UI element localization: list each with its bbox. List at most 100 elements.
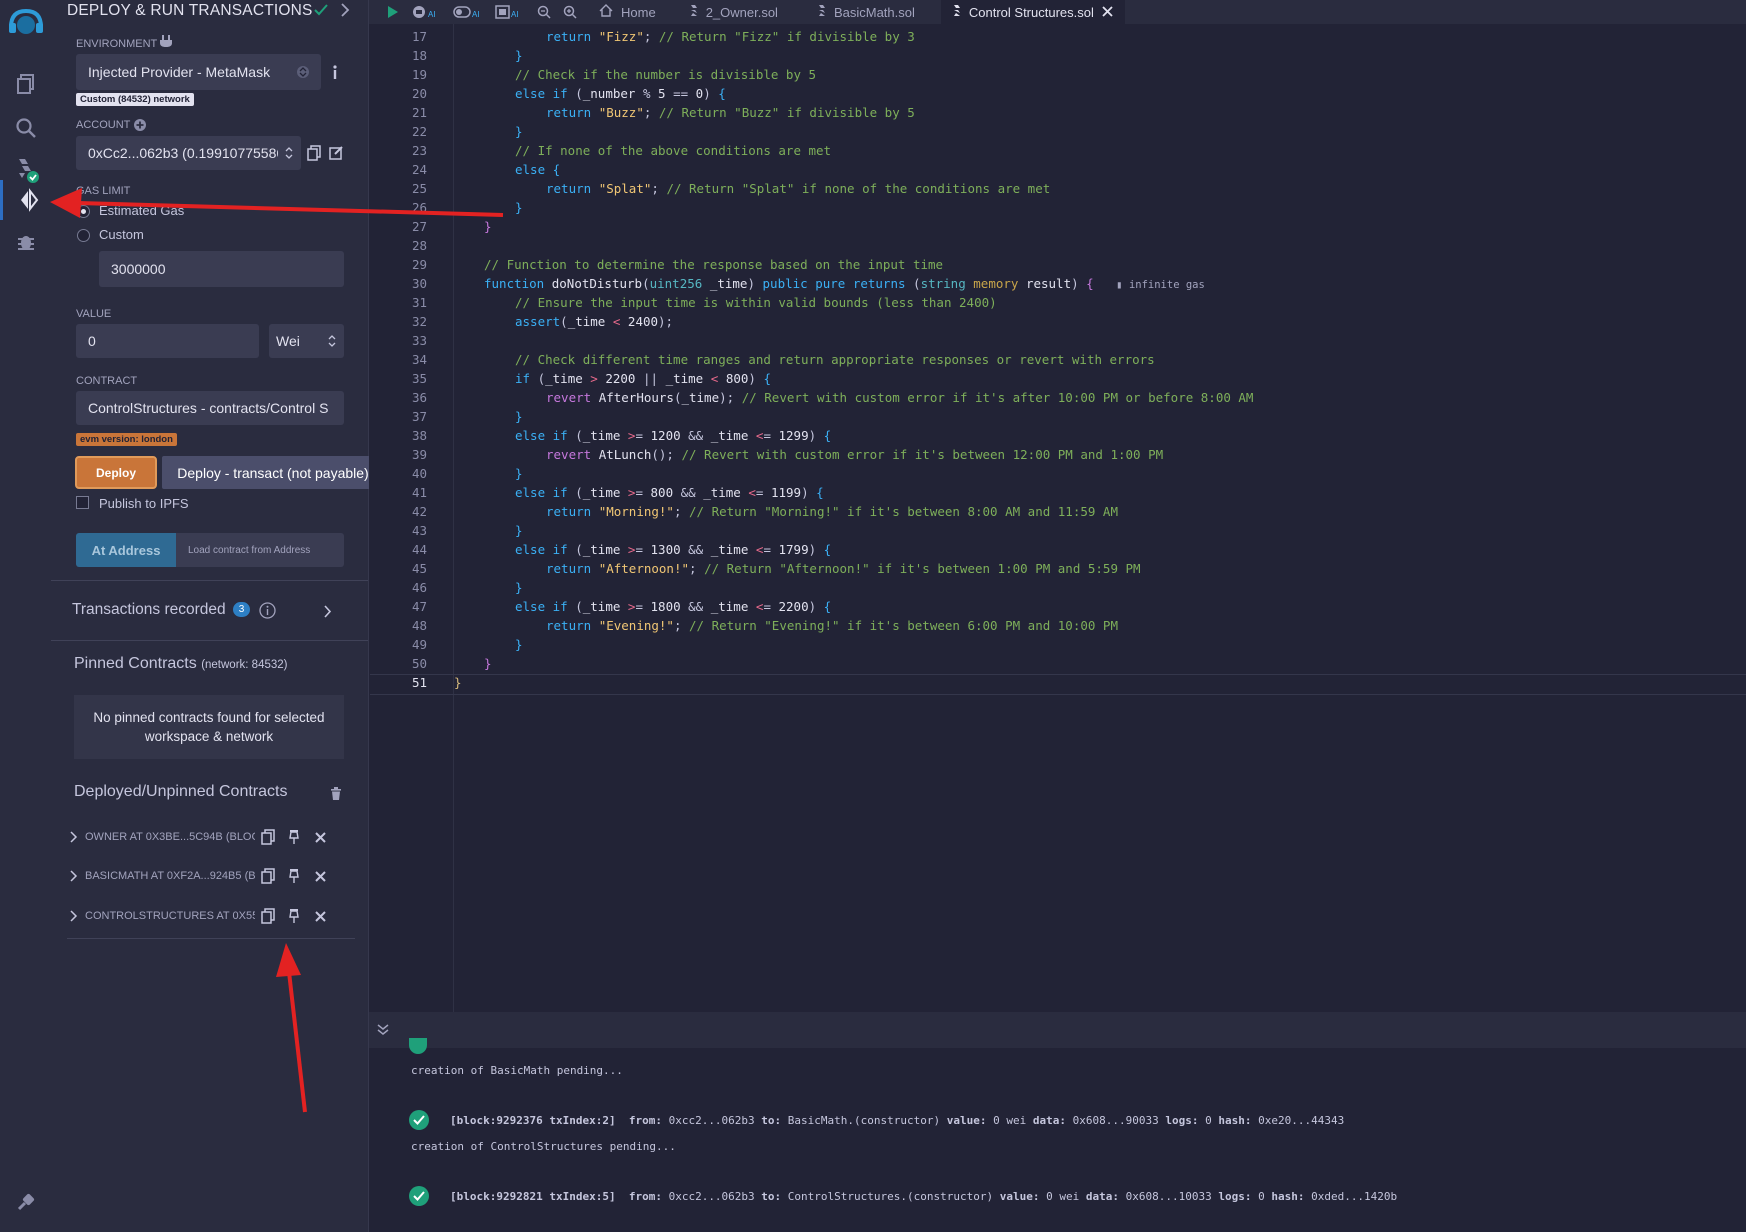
line-number: 17: [411, 29, 427, 44]
deploy-run-panel: DEPLOY & RUN TRANSACTIONS ENVIRONMENT In…: [51, 0, 384, 1232]
terminal-toolbar: [369, 1012, 1746, 1048]
info-circle-icon[interactable]: [259, 602, 276, 619]
ai-copilot-icon[interactable]: AI: [489, 0, 531, 24]
contract-label: CONTRACT: [76, 375, 138, 387]
line-number: 36: [411, 390, 427, 405]
info-icon[interactable]: [331, 64, 339, 80]
gas-custom-radio[interactable]: [77, 229, 90, 242]
deploy-run-icon[interactable]: [0, 180, 54, 220]
gas-limit-input[interactable]: 3000000: [99, 251, 344, 287]
line-number: 29: [411, 257, 427, 272]
deployed-contract-item[interactable]: CONTROLSTRUCTURES AT 0X550...: [69, 898, 352, 934]
close-icon[interactable]: [307, 910, 333, 922]
deployed-contracts-title: Deployed/Unpinned Contracts: [74, 783, 288, 800]
trash-icon[interactable]: [330, 787, 342, 801]
line-number: 37: [411, 409, 427, 424]
copy-icon[interactable]: [307, 145, 321, 161]
contract-select[interactable]: ControlStructures - contracts/Control S: [76, 391, 344, 425]
tab-label: 2_Owner.sol: [705, 4, 778, 20]
solidity-file-icon: [818, 4, 826, 20]
code-line: // Check if the number is divisible by 5: [515, 67, 817, 82]
code-editor[interactable]: 17 18 19 20 21 22 23 24 25 26 27 28 29 3…: [369, 24, 1746, 1012]
close-icon[interactable]: [307, 870, 333, 882]
chevron-right-icon[interactable]: [69, 870, 79, 882]
code-line: }: [515, 637, 523, 652]
deployed-contract-item[interactable]: BASICMATH AT 0XF2A...924B5 (BLC: [69, 858, 352, 894]
remix-logo-icon[interactable]: [0, 4, 51, 40]
chevron-right-icon[interactable]: [69, 910, 79, 922]
line-number: 18: [411, 48, 427, 63]
pin-icon[interactable]: [281, 908, 307, 924]
line-number: 33: [411, 333, 427, 348]
ai-assistant-icon[interactable]: AI: [405, 0, 447, 24]
code-area[interactable]: return "Fizz"; // Return "Fizz" if divis…: [370, 24, 1746, 1012]
debugger-icon[interactable]: [0, 224, 51, 260]
add-account-icon[interactable]: [133, 118, 147, 132]
tab-control-structures[interactable]: Control Structures.sol: [940, 0, 1125, 24]
line-number: 39: [411, 447, 427, 462]
code-line: }: [484, 219, 492, 234]
line-number: 41: [411, 485, 427, 500]
load-contract-address-input[interactable]: Load contract from Address: [176, 533, 344, 567]
publish-ipfs-checkbox[interactable]: [76, 496, 89, 509]
line-number: 28: [411, 238, 427, 253]
edit-icon[interactable]: [329, 145, 343, 161]
deployed-contract-item[interactable]: OWNER AT 0X3BE...5C94B (BLOCKC: [69, 819, 352, 855]
search-icon[interactable]: [0, 110, 51, 146]
code-line: else if (_time >= 800 && _time <= 1199) …: [515, 485, 824, 500]
copy-icon[interactable]: [255, 829, 281, 845]
transactions-count-badge: 3: [233, 602, 250, 617]
close-tab-icon[interactable]: [1102, 5, 1113, 20]
chevron-right-icon[interactable]: [69, 831, 79, 843]
tab-basicmath[interactable]: BasicMath.sol: [790, 0, 927, 24]
line-number-gutter: 17 18 19 20 21 22 23 24 25 26 27 28 29 3…: [369, 24, 453, 1012]
code-line: else if (_time >= 1800 && _time <= 2200)…: [515, 599, 832, 614]
check-icon: [314, 4, 328, 16]
zoom-out-icon[interactable]: [531, 0, 557, 24]
code-line: revert AtLunch(); // Revert with custom …: [546, 447, 1164, 462]
line-number: 27: [411, 219, 427, 234]
zoom-in-icon[interactable]: [557, 0, 587, 24]
close-icon[interactable]: [307, 831, 333, 843]
gas-estimated-radio[interactable]: [77, 205, 90, 218]
tab-label: Home: [621, 4, 656, 20]
line-number: 45: [411, 561, 427, 576]
icon-sidebar: [0, 0, 52, 1232]
terminal-tx-line[interactable]: [block:9292821 txIndex:5] from: 0xcc2...…: [450, 1190, 1397, 1203]
tab-2-owner[interactable]: 2_Owner.sol: [668, 0, 790, 24]
pin-icon[interactable]: [281, 829, 307, 845]
plugin-manager-icon[interactable]: [0, 1184, 51, 1220]
pin-icon[interactable]: [281, 868, 307, 884]
environment-select[interactable]: Injected Provider - MetaMask: [76, 54, 321, 90]
copy-icon[interactable]: [255, 868, 281, 884]
value-unit-select[interactable]: Wei: [269, 324, 344, 358]
line-number: 43: [411, 523, 427, 538]
file-explorer-icon[interactable]: [0, 66, 51, 102]
deployed-contract-name: CONTROLSTRUCTURES AT 0X550...: [85, 910, 255, 922]
pinned-contracts-label: Pinned Contracts: [74, 655, 197, 672]
line-number: 25: [411, 181, 427, 196]
deployed-contract-name: BASICMATH AT 0XF2A...924B5 (BLC: [85, 870, 255, 882]
value-input[interactable]: 0: [76, 324, 259, 358]
run-script-icon[interactable]: [369, 0, 405, 24]
publish-ipfs-label: Publish to IPFS: [99, 496, 189, 511]
line-number: 19: [411, 67, 427, 82]
code-line: // If none of the above conditions are m…: [515, 143, 832, 158]
terminal-tx-line[interactable]: [block:9292376 txIndex:2] from: 0xcc2...…: [450, 1114, 1344, 1127]
chevron-right-icon[interactable]: [340, 3, 350, 17]
deploy-button[interactable]: Deploy: [75, 456, 157, 489]
transactions-recorded-label[interactable]: Transactions recorded: [72, 601, 226, 619]
code-line: return "Buzz"; // Return "Buzz" if divis…: [546, 105, 915, 120]
editor-tab-bar: AI AI AI Home 2_Owner.sol BasicMath.sol …: [369, 0, 1746, 24]
environment-label: ENVIRONMENT: [76, 38, 158, 50]
chevron-right-icon[interactable]: [324, 605, 332, 618]
tab-home[interactable]: Home: [587, 0, 668, 24]
copy-icon[interactable]: [255, 908, 281, 924]
collapse-terminal-icon[interactable]: [377, 1024, 389, 1036]
code-line: }: [484, 656, 492, 671]
ai-toggle-icon[interactable]: AI: [447, 0, 489, 24]
line-number: 47: [411, 599, 427, 614]
at-address-button[interactable]: At Address: [76, 533, 176, 567]
account-select[interactable]: 0xCc2...062b3 (0.19910775586: [76, 136, 301, 170]
solidity-file-icon: [690, 4, 698, 20]
